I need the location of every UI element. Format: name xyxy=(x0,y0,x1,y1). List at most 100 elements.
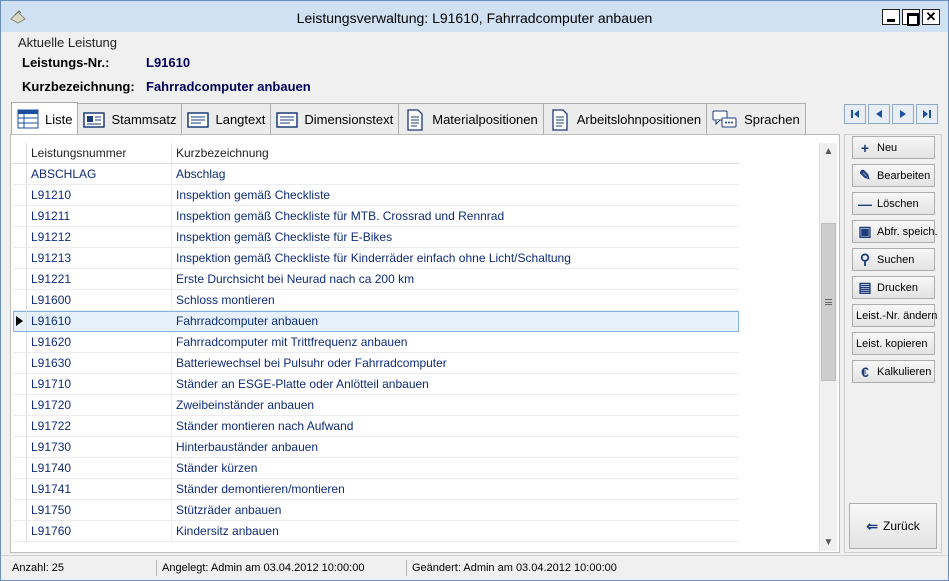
first-record-button[interactable] xyxy=(844,104,866,124)
button-suchen[interactable]: ⚲ Suchen xyxy=(852,248,935,271)
row-header[interactable] xyxy=(13,458,27,478)
minimize-button[interactable] xyxy=(882,9,900,25)
table-row[interactable]: L91221 Erste Durchsicht bei Neurad nach c… xyxy=(13,269,739,290)
cell-service-number[interactable]: L91760 xyxy=(27,521,172,541)
button-abfr-speich[interactable]: ▣ Abfr. speich. xyxy=(852,220,938,243)
row-header[interactable] xyxy=(13,227,27,247)
button-drucken[interactable]: ▤ Drucken xyxy=(852,276,935,299)
row-header[interactable] xyxy=(13,269,27,289)
table-row[interactable]: L91760 Kindersitz anbauen xyxy=(13,521,739,542)
tab-materialpositionen[interactable]: Materialpositionen xyxy=(398,103,544,135)
cell-service-number[interactable]: L91722 xyxy=(27,416,172,436)
cell-short-description[interactable]: Fahrradcomputer anbauen xyxy=(172,311,739,331)
vertical-scrollbar[interactable]: ▲ ▼ xyxy=(819,143,837,551)
cell-service-number[interactable]: L91210 xyxy=(27,185,172,205)
table-row[interactable]: L91600 Schloss montieren xyxy=(13,290,739,311)
cell-short-description[interactable]: Hinterbauständer anbauen xyxy=(172,437,739,457)
row-header[interactable] xyxy=(13,164,27,184)
cell-service-number[interactable]: L91610 xyxy=(27,311,172,331)
table-row[interactable]: L91211 Inspektion gemäß Checkliste für MT… xyxy=(13,206,739,227)
cell-service-number[interactable]: L91740 xyxy=(27,458,172,478)
button-neu[interactable]: + Neu xyxy=(852,136,935,159)
cell-service-number[interactable]: L91600 xyxy=(27,290,172,310)
next-record-button[interactable] xyxy=(892,104,914,124)
tab-liste[interactable]: Liste xyxy=(11,102,79,135)
tab-stammsatz[interactable]: Stammsatz xyxy=(77,103,183,135)
cell-short-description[interactable]: Abschlag xyxy=(172,164,739,184)
previous-record-button[interactable] xyxy=(868,104,890,124)
scroll-thumb[interactable] xyxy=(821,223,836,381)
table-row[interactable]: L91720 Zweibeinständer anbauen xyxy=(13,395,739,416)
row-header[interactable] xyxy=(13,374,27,394)
cell-short-description[interactable]: Ständer an ESGE-Platte oder Anlötteil an… xyxy=(172,374,739,394)
cell-short-description[interactable]: Ständer kürzen xyxy=(172,458,739,478)
cell-short-description[interactable]: Fahrradcomputer mit Trittfrequenz anbaue… xyxy=(172,332,739,352)
button-löschen[interactable]: — Löschen xyxy=(852,192,935,215)
table-row[interactable]: L91620 Fahrradcomputer mit Trittfrequenz … xyxy=(13,332,739,353)
cell-service-number[interactable]: L91741 xyxy=(27,479,172,499)
cell-short-description[interactable]: Inspektion gemäß Checkliste xyxy=(172,185,739,205)
cell-service-number[interactable]: L91221 xyxy=(27,269,172,289)
row-header[interactable] xyxy=(13,395,27,415)
cell-short-description[interactable]: Batteriewechsel bei Pulsuhr oder Fahrrad… xyxy=(172,353,739,373)
table-row[interactable]: L91212 Inspektion gemäß Checkliste für E-… xyxy=(13,227,739,248)
cell-short-description[interactable]: Schloss montieren xyxy=(172,290,739,310)
cell-service-number[interactable]: L91620 xyxy=(27,332,172,352)
table-row[interactable]: ABSCHLAG Abschlag xyxy=(13,164,739,185)
table-row[interactable]: L91630 Batteriewechsel bei Pulsuhr oder F… xyxy=(13,353,739,374)
tab-sprachen[interactable]: Sprachen xyxy=(706,103,806,135)
table-row[interactable]: L91750 Stützräder anbauen xyxy=(13,500,739,521)
tab-arbeitslohnpositionen[interactable]: Arbeitslohnpositionen xyxy=(542,103,708,135)
row-header[interactable] xyxy=(13,416,27,436)
button-bearbeiten[interactable]: ✎ Bearbeiten xyxy=(852,164,935,187)
cell-service-number[interactable]: L91630 xyxy=(27,353,172,373)
scroll-down-icon[interactable]: ▼ xyxy=(820,534,837,551)
cell-short-description[interactable]: Zweibeinständer anbauen xyxy=(172,395,739,415)
row-header[interactable] xyxy=(13,206,27,226)
row-header[interactable] xyxy=(13,353,27,373)
button-kalkulieren[interactable]: € Kalkulieren xyxy=(852,360,935,383)
cell-service-number[interactable]: L91710 xyxy=(27,374,172,394)
column-header-number[interactable]: Leistungsnummer xyxy=(27,143,172,163)
table-row[interactable]: L91730 Hinterbauständer anbauen xyxy=(13,437,739,458)
cell-service-number[interactable]: L91750 xyxy=(27,500,172,520)
button-leist-kopieren[interactable]: Leist. kopieren xyxy=(852,332,935,355)
tab-dimensionstext[interactable]: Dimensionstext xyxy=(270,103,400,135)
cell-service-number[interactable]: L91720 xyxy=(27,395,172,415)
back-button[interactable]: ⇐ Zurück xyxy=(849,503,937,549)
row-header[interactable] xyxy=(13,521,27,541)
cell-service-number[interactable]: L91212 xyxy=(27,227,172,247)
button-leist-nr-ändern[interactable]: Leist.-Nr. ändern xyxy=(852,304,937,327)
table-row[interactable]: L91210 Inspektion gemäß Checkliste xyxy=(13,185,739,206)
cell-short-description[interactable]: Kindersitz anbauen xyxy=(172,521,739,541)
row-header[interactable] xyxy=(13,185,27,205)
cell-service-number[interactable]: L91211 xyxy=(27,206,172,226)
cell-service-number[interactable]: L91730 xyxy=(27,437,172,457)
cell-service-number[interactable]: L91213 xyxy=(27,248,172,268)
last-record-button[interactable] xyxy=(916,104,938,124)
column-header-description[interactable]: Kurzbezeichnung xyxy=(172,143,739,163)
close-button[interactable]: ✕ xyxy=(922,9,940,25)
cell-short-description[interactable]: Inspektion gemäß Checkliste für MTB. Cro… xyxy=(172,206,739,226)
cell-service-number[interactable]: ABSCHLAG xyxy=(27,164,172,184)
cell-short-description[interactable]: Ständer demontieren/montieren xyxy=(172,479,739,499)
table-row[interactable]: L91213 Inspektion gemäß Checkliste für Ki… xyxy=(13,248,739,269)
table-row[interactable]: L91710 Ständer an ESGE-Platte oder Anlött… xyxy=(13,374,739,395)
cell-short-description[interactable]: Inspektion gemäß Checkliste für E-Bikes xyxy=(172,227,739,247)
table-row[interactable]: L91740 Ständer kürzen xyxy=(13,458,739,479)
current-row-indicator-icon[interactable] xyxy=(13,311,27,331)
cell-short-description[interactable]: Erste Durchsicht bei Neurad nach ca 200 … xyxy=(172,269,739,289)
row-header[interactable] xyxy=(13,479,27,499)
cell-short-description[interactable]: Ständer montieren nach Aufwand xyxy=(172,416,739,436)
tab-langtext[interactable]: Langtext xyxy=(181,103,272,135)
scroll-up-icon[interactable]: ▲ xyxy=(820,143,837,160)
maximize-button[interactable] xyxy=(902,9,920,26)
row-header[interactable] xyxy=(13,248,27,268)
cell-short-description[interactable]: Inspektion gemäß Checkliste für Kinderrä… xyxy=(172,248,739,268)
table-row[interactable]: L91741 Ständer demontieren/montieren xyxy=(13,479,739,500)
cell-short-description[interactable]: Stützräder anbauen xyxy=(172,500,739,520)
table-row[interactable]: L91610 Fahrradcomputer anbauen xyxy=(13,311,739,332)
table-row[interactable]: L91722 Ständer montieren nach Aufwand xyxy=(13,416,739,437)
row-header[interactable] xyxy=(13,437,27,457)
row-header[interactable] xyxy=(13,500,27,520)
